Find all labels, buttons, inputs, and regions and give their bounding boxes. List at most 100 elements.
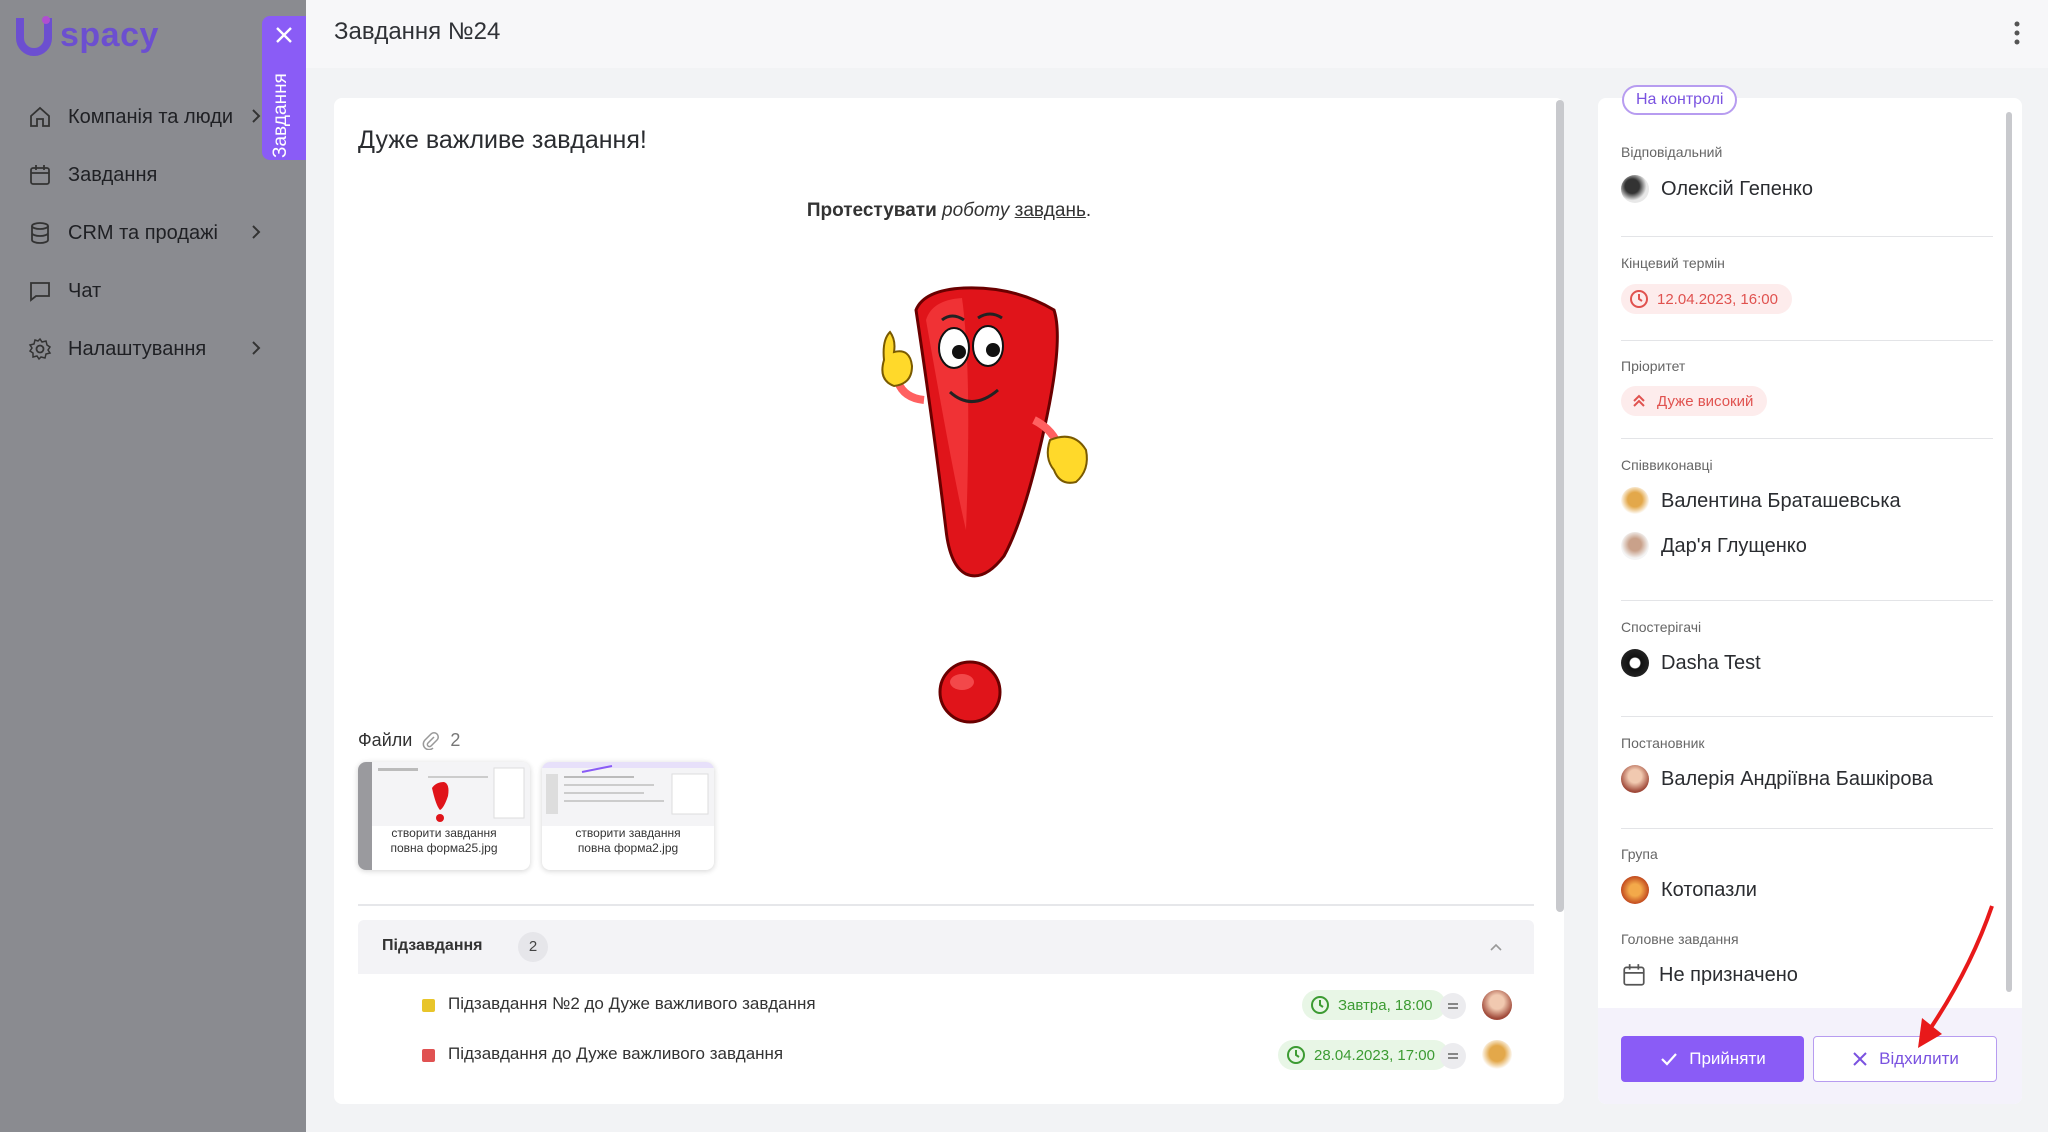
file-caption: створити завдання повна форма2.jpg xyxy=(542,826,714,856)
subtask-row[interactable]: Підзавдання до Дуже важливого завдання 2… xyxy=(358,1030,1534,1080)
desc-italic: роботу xyxy=(942,200,1010,221)
avatar xyxy=(1621,532,1649,560)
task-content-card: Дуже важливе завдання! Протестувати робо… xyxy=(334,98,1564,1104)
priority-normal-icon xyxy=(1440,993,1466,1019)
content-scrollbar[interactable] xyxy=(1556,100,1564,912)
sidebar-item-label: Завдання xyxy=(68,163,158,186)
deadline-value: 12.04.2023, 16:00 xyxy=(1657,290,1778,308)
page-title: Завдання №24 xyxy=(334,18,501,45)
person-name: Валерія Андріївна Башкірова xyxy=(1661,767,1933,790)
sidebar-item-crm[interactable]: CRM та продажі xyxy=(0,204,306,262)
file-name-line1: створити завдання xyxy=(391,826,497,840)
reject-label: Відхилити xyxy=(1879,1049,1959,1068)
person-name: Валентина Браташевська xyxy=(1661,489,1901,512)
logo[interactable]: spacy xyxy=(16,14,176,58)
home-icon xyxy=(26,103,54,131)
status-badge: На контролі xyxy=(1622,85,1738,115)
panel-header: Завдання №24 xyxy=(306,0,2048,68)
subtask-due-chip: 28.04.2023, 17:00 xyxy=(1278,1040,1449,1070)
coexecutor-person[interactable]: Дар'я Глущенко xyxy=(1621,531,1807,561)
sidebar-item-settings[interactable]: Налаштування xyxy=(0,320,306,378)
sidebar-nav: Компанія та люди Завдання CRM та продажі… xyxy=(0,88,306,378)
logo-text: spacy xyxy=(60,16,159,54)
annotation-arrow xyxy=(1918,905,1994,1048)
person-name: Олексій Гепенко xyxy=(1661,177,1813,200)
avatar[interactable] xyxy=(1482,1040,1512,1070)
chevron-up-icon[interactable] xyxy=(1488,940,1504,954)
parent-task-label: Головне завдання xyxy=(1621,931,1739,947)
chat-icon xyxy=(26,277,54,305)
priority-value: Дуже високий xyxy=(1657,392,1754,410)
exclamation-illustration xyxy=(881,286,1088,724)
double-chevron-up-icon xyxy=(1633,394,1645,407)
divider xyxy=(1621,828,1993,829)
subtask-name[interactable]: Підзавдання №2 до Дуже важливого завданн… xyxy=(448,994,816,1014)
priority-chip[interactable]: Дуже високий xyxy=(1621,386,1768,416)
sidebar-item-chat[interactable]: Чат xyxy=(0,262,306,320)
status-indicator xyxy=(422,1049,435,1062)
more-options-icon[interactable] xyxy=(2012,20,2022,46)
side-tab-label: Завдання xyxy=(270,73,291,158)
logo-mark-icon xyxy=(16,16,52,56)
observer-person[interactable]: Dasha Test xyxy=(1621,648,1761,678)
divider xyxy=(1621,600,1993,601)
avatar[interactable] xyxy=(1482,990,1512,1020)
file-thumbnail[interactable]: створити завдання повна форма25.jpg xyxy=(358,762,530,870)
chevron-right-icon xyxy=(252,225,261,239)
responsible-person[interactable]: Олексій Гепенко xyxy=(1621,174,1813,204)
file-name-line2: повна форма2.jpg xyxy=(577,841,679,855)
creator-label: Постановник xyxy=(1621,735,1705,751)
sidebar: spacy Компанія та люди Завдання CRM та п… xyxy=(0,0,306,1132)
clock-icon xyxy=(1287,1046,1305,1064)
subtasks-header[interactable]: Підзавдання 2 xyxy=(358,920,1534,974)
status-indicator xyxy=(422,999,435,1012)
file-preview xyxy=(358,762,530,870)
sidebar-item-label: Компанія та люди xyxy=(68,105,234,128)
tasks-side-tab[interactable]: Завдання xyxy=(262,16,306,160)
subtask-name[interactable]: Підзавдання до Дуже важливого завдання xyxy=(448,1044,783,1064)
divider xyxy=(1621,716,1993,717)
desc-bold: Протестувати xyxy=(806,200,937,221)
person-name: Дар'я Глущенко xyxy=(1661,534,1807,557)
file-caption: створити завдання повна форма25.jpg xyxy=(358,826,530,856)
sidebar-item-label: Налаштування xyxy=(68,337,207,360)
accept-button[interactable]: Прийняти xyxy=(1621,1036,1804,1082)
priority-label: Пріоритет xyxy=(1621,358,1686,374)
subtask-due: 28.04.2023, 17:00 xyxy=(1314,1046,1435,1064)
database-icon xyxy=(26,219,54,247)
desc-underline: завдань xyxy=(1014,200,1086,221)
subtask-row[interactable]: Підзавдання №2 до Дуже важливого завданн… xyxy=(358,980,1534,1030)
group-item[interactable]: Котопазли xyxy=(1621,875,1757,905)
divider xyxy=(358,904,1534,906)
files-label: Файли xyxy=(358,730,413,750)
person-name: Dasha Test xyxy=(1661,651,1761,674)
parent-task-value[interactable]: Не призначено xyxy=(1621,962,1798,988)
subtask-due: Завтра, 18:00 xyxy=(1338,996,1433,1014)
coexecutors-label: Співвиконавці xyxy=(1621,457,1713,473)
clock-icon xyxy=(1630,290,1648,308)
sidebar-item-label: CRM та продажі xyxy=(68,221,218,244)
deadline-chip[interactable]: 12.04.2023, 16:00 xyxy=(1621,284,1792,314)
sidebar-item-tasks[interactable]: Завдання xyxy=(0,146,306,204)
calendar-icon xyxy=(1623,964,1645,986)
divider xyxy=(1621,236,1993,237)
creator-person[interactable]: Валерія Андріївна Башкірова xyxy=(1621,764,1933,794)
coexecutor-person[interactable]: Валентина Браташевська xyxy=(1621,486,1901,516)
file-thumbnail[interactable]: створити завдання повна форма2.jpg xyxy=(542,762,714,870)
chevron-right-icon xyxy=(252,341,261,355)
task-description: Протестувати роботу завдань. xyxy=(334,200,1564,222)
paperclip-icon xyxy=(422,731,440,750)
subtasks-section: Підзавдання 2 Підзавдання №2 до Дуже важ… xyxy=(358,920,1534,1104)
close-icon xyxy=(1853,1052,1867,1066)
divider xyxy=(1621,340,1993,341)
details-scrollbar[interactable] xyxy=(2006,112,2012,992)
file-name-line2: повна форма25.jpg xyxy=(390,841,498,855)
deadline-label: Кінцевий термін xyxy=(1621,255,1725,271)
sidebar-item-company[interactable]: Компанія та люди xyxy=(0,88,306,146)
close-icon[interactable] xyxy=(273,24,295,46)
clock-icon xyxy=(1311,996,1329,1014)
files-header: Файли 2 xyxy=(358,730,460,751)
subtask-due-chip: Завтра, 18:00 xyxy=(1302,990,1447,1020)
desc-end: . xyxy=(1085,200,1092,221)
group-name: Котопазли xyxy=(1661,878,1757,901)
